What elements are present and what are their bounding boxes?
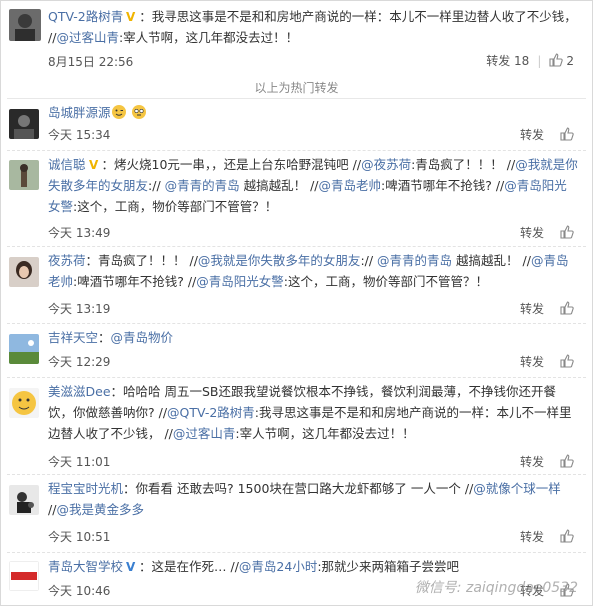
hot-repost-divider-label: 以上为热门转发 — [254, 81, 339, 95]
avatar-image-icon — [9, 388, 39, 418]
repost-button[interactable]: 转发 — [520, 530, 544, 544]
user-name[interactable]: 诚信聪 — [48, 157, 86, 172]
verified-badge-icon: V — [126, 10, 136, 23]
thumbs-up-icon[interactable] — [560, 225, 574, 239]
timestamp: 今天 10:51 — [48, 530, 111, 544]
shy-emoji-icon — [131, 105, 146, 119]
hot-repost-text: QTV-2路树青 V ：我寻思这事是不是和和房地产商说的一样：本儿不一样里边替人收了… — [48, 6, 578, 48]
user-name[interactable]: 程宝宝时光机 — [48, 481, 123, 496]
user-name[interactable]: 吉祥天空 — [48, 330, 98, 345]
thumbs-up-icon[interactable] — [560, 529, 574, 543]
avatar[interactable] — [9, 160, 39, 190]
verified-badge-icon: V — [89, 158, 99, 171]
list-item: 夜苏荷：青岛疯了！！！ //@我就是你失散多年的女朋友:// @青青的青岛 越搞… — [1, 247, 592, 322]
user-name[interactable]: 岛城胖源源 — [48, 105, 111, 120]
avatar[interactable] — [9, 561, 39, 591]
list-item: 程宝宝时光机：你看看 还敢去吗? 1500块在营口路大龙虾都够了 一人一个 //… — [1, 475, 592, 551]
avatar[interactable] — [9, 9, 41, 41]
timestamp: 8月15日 22:56 — [48, 55, 134, 69]
comment-text: 夜苏荷：青岛疯了！！！ //@我就是你失散多年的女朋友:// @青青的青岛 越搞… — [48, 253, 569, 289]
avatar-image-icon — [9, 109, 39, 139]
user-name[interactable]: 夜苏荷 — [48, 253, 86, 268]
svg-text:V: V — [89, 158, 99, 171]
mention-link[interactable]: @我就是你失散多年的女朋友 — [198, 253, 361, 268]
timestamp: 今天 13:49 — [48, 226, 111, 240]
thumbs-up-icon[interactable] — [560, 301, 574, 315]
timestamp: 今天 15:34 — [48, 128, 111, 142]
repost-count: 18 — [514, 54, 530, 68]
avatar-image-icon — [9, 561, 39, 591]
avatar[interactable] — [9, 485, 39, 515]
mention-link[interactable]: @过客山青 — [173, 426, 236, 441]
avatar-image-icon — [9, 485, 39, 515]
comment-text: 青岛大智学校 V ：这是在作死… //@青岛24小时:那就少来两箱箱子尝尝吧 — [48, 559, 460, 574]
user-name[interactable]: 美滋滋Dee — [48, 384, 111, 399]
user-name[interactable]: 青岛大智学校 — [48, 559, 123, 574]
mention-link[interactable]: @青岛24小时 — [239, 559, 317, 574]
action-bar: 转发 — [520, 453, 574, 470]
repost-button[interactable]: 转发 — [520, 302, 544, 316]
avatar[interactable] — [9, 334, 39, 364]
avatar[interactable] — [9, 257, 39, 287]
comment-text: :宰人节啊，这几年都没去过！！ — [118, 30, 299, 45]
user-name[interactable]: QTV-2路树青 — [48, 9, 123, 24]
list-item: 诚信聪 V ：烤火烧10元一串，，还是上台东哈野混钝吧 //@夜苏荷:青岛疯了！！！… — [1, 151, 592, 245]
list-item: 岛城胖源源 今天 15:34 转发 — [1, 99, 592, 149]
timestamp: 今天 12:29 — [48, 355, 111, 369]
action-bar: 转发 — [520, 353, 574, 370]
avatar-image-icon — [9, 257, 39, 287]
comment-text: 岛城胖源源 — [48, 102, 578, 123]
list-item: 吉祥天空：@青岛物价 今天 12:29 转发 — [1, 324, 592, 376]
verified-badge-icon: V — [126, 560, 136, 573]
repost-button[interactable]: 转发 — [520, 455, 544, 469]
mention-link[interactable]: @青青的青岛 — [377, 253, 452, 268]
mention-link[interactable]: @青岛阳光女警 — [196, 274, 284, 289]
hot-repost-item: QTV-2路树青 V ：我寻思这事是不是和和房地产商说的一样：本儿不一样里边替人收了… — [1, 1, 592, 73]
avatar-image-icon — [9, 9, 41, 41]
mention-link[interactable]: @就像个球一样 — [473, 481, 561, 496]
timestamp: 今天 10:46 — [48, 584, 111, 598]
repost-label: 转发 — [486, 54, 511, 68]
divider: | — [537, 54, 542, 68]
comment-text: 吉祥天空：@青岛物价 — [48, 330, 174, 345]
thumbs-up-icon[interactable] — [560, 354, 574, 368]
repost-button[interactable]: 转发 18 — [486, 54, 529, 68]
action-bar: 转发 — [520, 300, 574, 317]
repost-button[interactable]: 转发 — [520, 355, 544, 369]
comment-text: 诚信聪 V ：烤火烧10元一串，，还是上台东哈野混钝吧 //@夜苏荷:青岛疯了！！！… — [48, 157, 578, 214]
mention-link[interactable]: @QTV-2路树青 — [167, 405, 255, 420]
avatar-image-icon — [9, 160, 39, 190]
mention-link[interactable]: @过客山青 — [56, 30, 119, 45]
timestamp: 今天 11:01 — [48, 455, 111, 469]
mention-link[interactable]: @青青的青岛 — [165, 178, 240, 193]
comment-text: 程宝宝时光机：你看看 还敢去吗? 1500块在营口路大龙虾都够了 一人一个 //… — [48, 481, 561, 517]
like-count: 2 — [566, 54, 574, 68]
svg-text:V: V — [126, 560, 136, 573]
avatar[interactable] — [9, 388, 39, 418]
action-bar: 转发 — [520, 126, 574, 143]
action-bar: 转发 18 | 2 — [486, 52, 574, 69]
timestamp: 今天 13:19 — [48, 302, 111, 316]
wink-emoji-icon — [111, 105, 126, 119]
mention-link[interactable]: @我是黄金多多 — [56, 502, 144, 517]
thumbs-up-icon[interactable] — [560, 454, 574, 468]
avatar-image-icon — [9, 334, 39, 364]
repost-button[interactable]: 转发 — [520, 128, 544, 142]
comment-text: 美滋滋Dee：哈哈哈 周五一SB还跟我望说餐饮根本不挣钱，餐饮利润最薄，不挣钱你… — [48, 384, 572, 441]
repost-button[interactable]: 转发 — [520, 226, 544, 240]
mention-link[interactable]: @夜苏荷 — [361, 157, 411, 172]
wechat-watermark: 微信号: zaiqingdao0532 — [414, 580, 578, 596]
mention-link[interactable]: @青岛老帅 — [319, 178, 382, 193]
action-bar: 转发 — [520, 528, 574, 545]
repost-list-panel: QTV-2路树青 V ：我寻思这事是不是和和房地产商说的一样：本儿不一样里边替人收了… — [0, 0, 593, 606]
svg-text:V: V — [126, 10, 136, 23]
list-item: 美滋滋Dee：哈哈哈 周五一SB还跟我望说餐饮根本不挣钱，餐饮利润最薄，不挣钱你… — [1, 378, 592, 473]
thumbs-up-icon[interactable] — [549, 53, 564, 67]
thumbs-up-icon[interactable] — [560, 127, 574, 141]
avatar[interactable] — [9, 109, 39, 139]
action-bar: 转发 — [520, 224, 574, 241]
mention-link[interactable]: @青岛物价 — [111, 330, 174, 345]
